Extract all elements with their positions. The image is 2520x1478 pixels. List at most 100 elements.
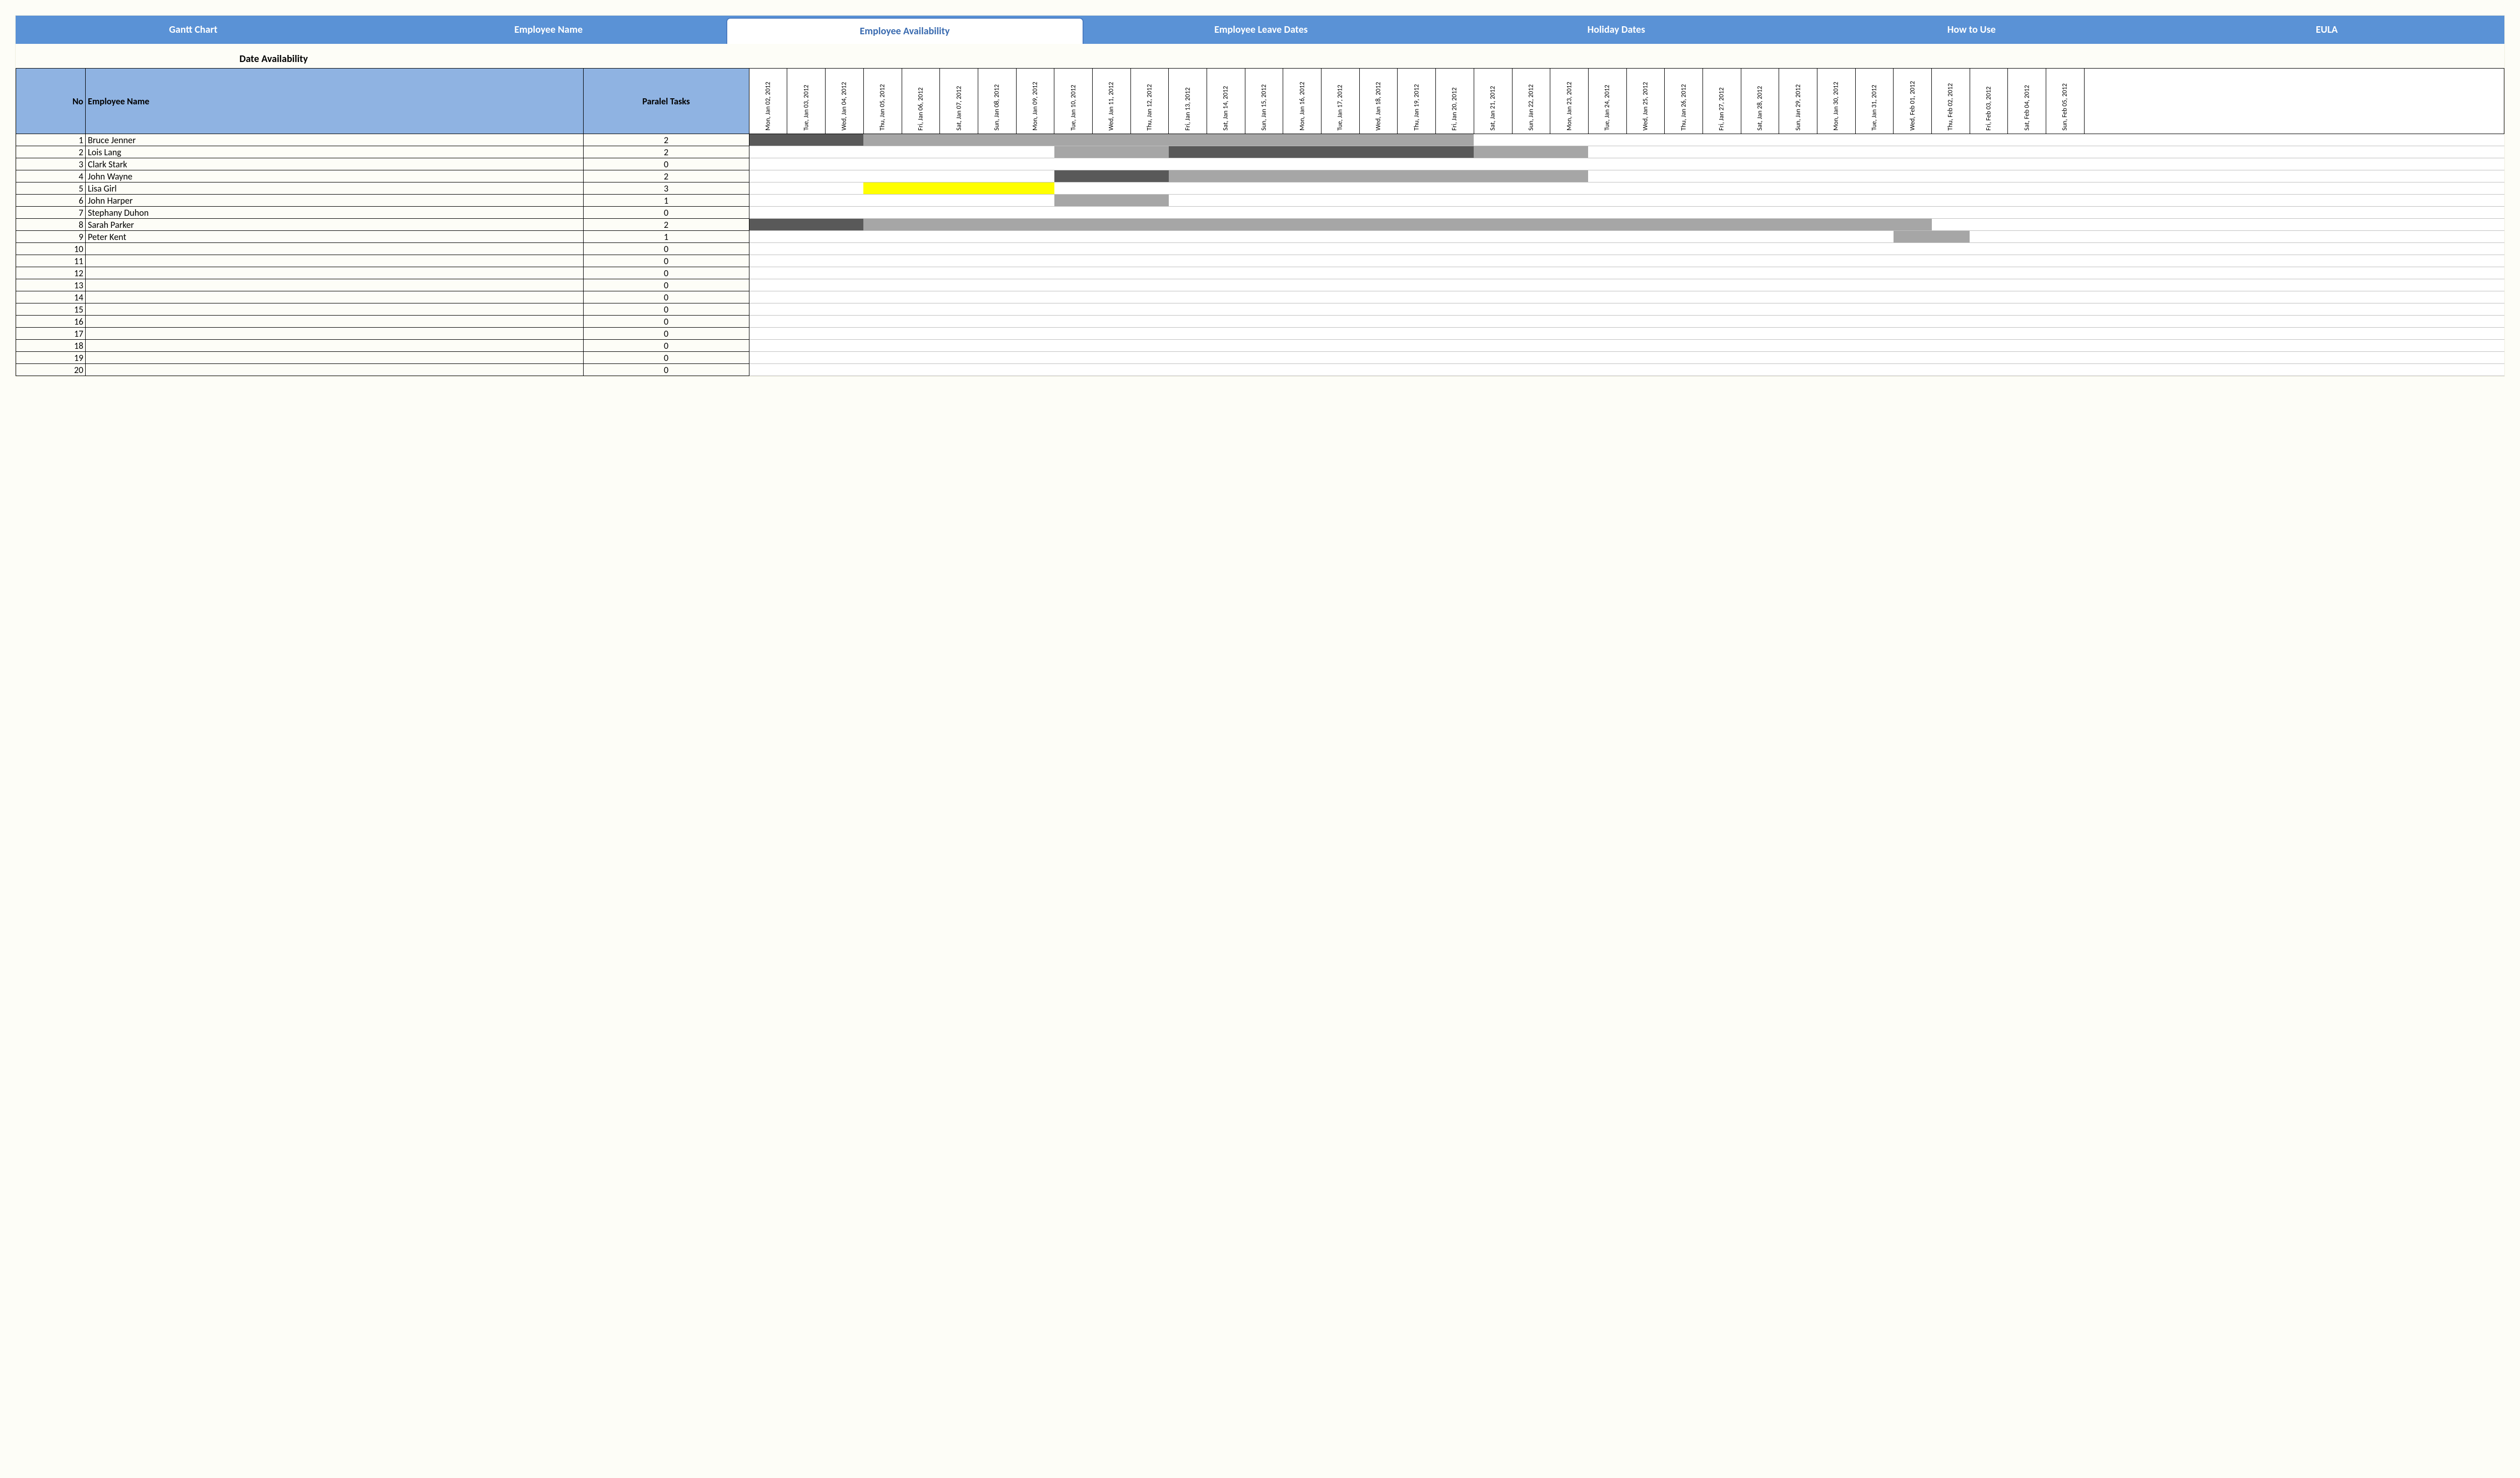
cell-date[interactable] — [1550, 255, 1589, 267]
cell-date[interactable] — [1550, 134, 1589, 146]
cell-date[interactable] — [1703, 219, 1741, 231]
cell-date[interactable] — [863, 134, 902, 146]
cell-date[interactable] — [1436, 170, 1474, 182]
cell-date[interactable] — [1817, 170, 1856, 182]
cell-date[interactable] — [1474, 182, 1512, 195]
cell-date[interactable] — [1894, 231, 1932, 243]
cell-date[interactable] — [1245, 146, 1283, 158]
cell-date[interactable] — [826, 267, 864, 279]
cell-date[interactable] — [1016, 303, 1054, 316]
cell-date[interactable] — [1245, 158, 1283, 170]
cell-date[interactable] — [1245, 316, 1283, 328]
cell-date[interactable] — [863, 303, 902, 316]
cell-date[interactable] — [902, 255, 940, 267]
cell-date[interactable] — [1855, 195, 1894, 207]
cell-date[interactable] — [1626, 291, 1665, 303]
cell-date[interactable] — [749, 340, 787, 352]
cell-date[interactable] — [1817, 182, 1856, 195]
cell-date[interactable] — [1474, 291, 1512, 303]
cell-employee-name[interactable] — [86, 316, 583, 328]
table-row[interactable]: 110 — [16, 255, 2504, 267]
cell-date[interactable] — [1321, 316, 1360, 328]
cell-date[interactable] — [1321, 158, 1360, 170]
cell-date[interactable] — [1092, 219, 1130, 231]
cell-parallel-tasks[interactable]: 0 — [583, 328, 749, 340]
cell-date[interactable] — [1970, 158, 2008, 170]
cell-date[interactable] — [1054, 182, 1093, 195]
cell-date[interactable] — [902, 207, 940, 219]
cell-date[interactable] — [902, 158, 940, 170]
cell-date[interactable] — [940, 182, 978, 195]
cell-date[interactable] — [1741, 182, 1779, 195]
cell-date[interactable] — [826, 303, 864, 316]
cell-date[interactable] — [749, 352, 787, 364]
cell-date[interactable] — [1016, 195, 1054, 207]
cell-date[interactable] — [1817, 364, 1856, 376]
cell-date[interactable] — [940, 146, 978, 158]
cell-date[interactable] — [1092, 195, 1130, 207]
cell-date[interactable] — [1932, 134, 1970, 146]
cell-date[interactable] — [1626, 134, 1665, 146]
cell-date[interactable] — [1626, 146, 1665, 158]
table-row[interactable]: 4John Wayne2 — [16, 170, 2504, 182]
cell-date[interactable] — [1970, 279, 2008, 291]
cell-date[interactable] — [1817, 316, 1856, 328]
cell-date[interactable] — [1130, 279, 1169, 291]
cell-date[interactable] — [1512, 195, 1550, 207]
cell-date[interactable] — [1474, 243, 1512, 255]
cell-date[interactable] — [1970, 219, 2008, 231]
cell-date[interactable] — [2008, 243, 2046, 255]
cell-date[interactable] — [1169, 195, 1207, 207]
cell-date[interactable] — [1245, 134, 1283, 146]
cell-date[interactable] — [1703, 340, 1741, 352]
cell-date[interactable] — [1016, 279, 1054, 291]
cell-date[interactable] — [1474, 267, 1512, 279]
cell-date[interactable] — [1855, 328, 1894, 340]
cell-date[interactable] — [749, 195, 787, 207]
cell-date[interactable] — [1932, 219, 1970, 231]
cell-date[interactable] — [1626, 243, 1665, 255]
cell-date[interactable] — [902, 291, 940, 303]
cell-date[interactable] — [1016, 267, 1054, 279]
cell-date[interactable] — [749, 364, 787, 376]
cell-date[interactable] — [902, 231, 940, 243]
cell-date[interactable] — [1398, 364, 1436, 376]
cell-date[interactable] — [1626, 364, 1665, 376]
cell-date[interactable] — [1550, 158, 1589, 170]
cell-date[interactable] — [1436, 364, 1474, 376]
cell-date[interactable] — [1626, 303, 1665, 316]
cell-date[interactable] — [1474, 134, 1512, 146]
cell-date[interactable] — [826, 316, 864, 328]
cell-date[interactable] — [1741, 243, 1779, 255]
cell-date[interactable] — [1054, 243, 1093, 255]
cell-date[interactable] — [1207, 340, 1245, 352]
cell-date[interactable] — [1283, 352, 1321, 364]
cell-date[interactable] — [2008, 182, 2046, 195]
cell-date[interactable] — [1932, 316, 1970, 328]
cell-date[interactable] — [1398, 146, 1436, 158]
cell-date[interactable] — [1512, 207, 1550, 219]
cell-date[interactable] — [1665, 364, 1703, 376]
cell-date[interactable] — [2008, 158, 2046, 170]
cell-date[interactable] — [1321, 328, 1360, 340]
cell-date[interactable] — [1932, 328, 1970, 340]
cell-date[interactable] — [1855, 231, 1894, 243]
cell-date[interactable] — [1779, 352, 1817, 364]
cell-date[interactable] — [1665, 316, 1703, 328]
cell-date[interactable] — [787, 182, 826, 195]
cell-date[interactable] — [1092, 243, 1130, 255]
cell-no[interactable]: 10 — [16, 243, 86, 255]
cell-date[interactable] — [1283, 243, 1321, 255]
cell-date[interactable] — [1016, 328, 1054, 340]
cell-no[interactable]: 15 — [16, 303, 86, 316]
cell-date[interactable] — [1436, 219, 1474, 231]
cell-date[interactable] — [1932, 279, 1970, 291]
cell-date[interactable] — [1398, 195, 1436, 207]
cell-date[interactable] — [863, 279, 902, 291]
cell-parallel-tasks[interactable]: 0 — [583, 316, 749, 328]
cell-date[interactable] — [1741, 158, 1779, 170]
cell-date[interactable] — [1550, 243, 1589, 255]
cell-date[interactable] — [1092, 182, 1130, 195]
cell-date[interactable] — [940, 219, 978, 231]
cell-employee-name[interactable] — [86, 340, 583, 352]
